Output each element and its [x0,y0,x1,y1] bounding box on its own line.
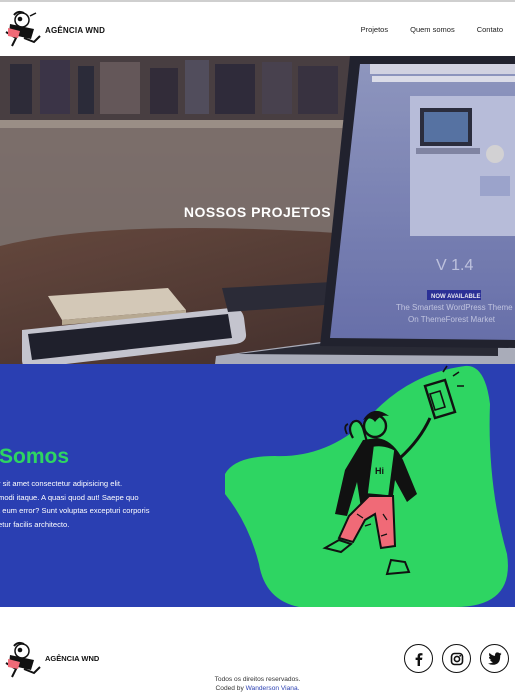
about-title: Somos [0,445,70,468]
brand-name: AGÊNCIA WND [45,26,106,35]
nav-link-contato[interactable]: Contato [477,25,503,34]
selfie-person-illustration: Hi [225,365,508,607]
footer-logo[interactable] [0,641,44,679]
footer-brand-name: AGÊNCIA WND [45,654,100,663]
about-text-line: t eum error? Sunt voluptas excepturi cor… [0,506,150,516]
hero-banner: V 1.4 NOW AVAILABLE The Smartest WordPre… [0,56,515,364]
about-text: r sit amet consectetur adipisicing elit.… [0,477,198,531]
about-text-line: r sit amet consectetur adipisicing elit. [0,479,123,488]
instagram-icon [450,652,463,665]
coded-by-label: Coded by [215,685,246,692]
facebook-link[interactable] [404,644,433,673]
about-section: Somos r sit amet consectetur adipisicing… [0,364,515,607]
nav-link-projetos[interactable]: Projetos [361,25,389,34]
nav-link-quem-somos[interactable]: Quem somos [410,25,455,34]
about-text-line: etur facilis architecto. [0,519,70,529]
author-link[interactable]: Wanderson Viana. [246,685,300,692]
twitter-link[interactable] [480,644,509,673]
main-nav: Projetos Quem somos Contato [339,25,503,34]
rights-text: Todos os direitos reservados. [214,676,301,683]
hero-title: NOSSOS PROJETOS [183,204,332,220]
shirt-text: Hi [375,466,384,476]
facebook-icon [415,652,422,666]
twitter-icon [487,652,502,665]
site-header: AGÊNCIA WND Projetos Quem somos Contato [0,2,515,56]
brand-logo[interactable] [0,10,44,50]
about-text-line: modi itaque. A quasi quod aut! Saepe quo [0,492,139,502]
coded-by-text: Coded by Wanderson Viana. [0,684,515,693]
footer-copyright: Todos os direitos reservados. Coded by W… [0,675,515,693]
instagram-link[interactable] [442,644,471,673]
